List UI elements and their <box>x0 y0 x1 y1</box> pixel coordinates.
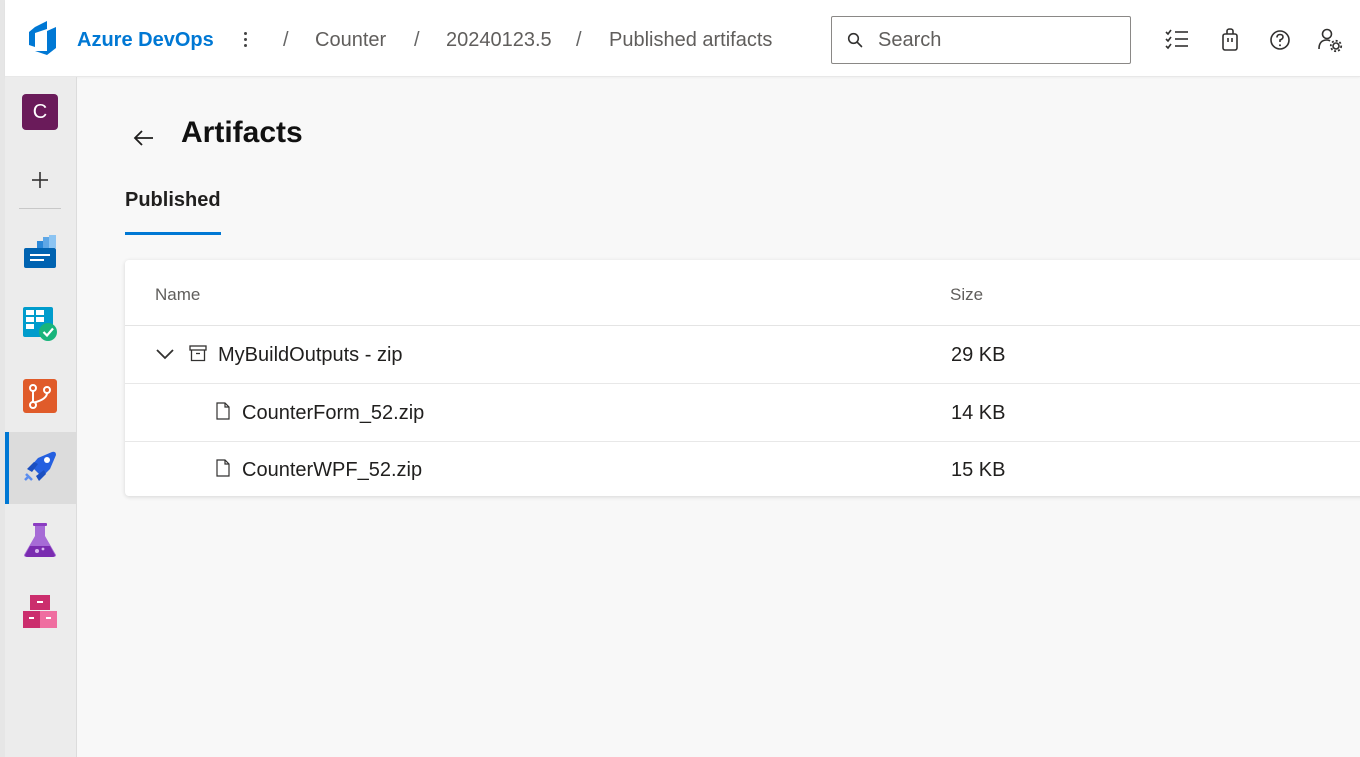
archive-icon <box>189 345 207 362</box>
back-arrow-icon[interactable] <box>130 124 158 152</box>
artifact-name: CounterWPF_52.zip <box>242 459 423 481</box>
page-title: Artifacts <box>181 116 303 149</box>
org-avatar[interactable]: C <box>22 94 58 130</box>
column-header-name[interactable]: Name <box>155 285 200 305</box>
chevron-down-icon[interactable] <box>155 346 175 362</box>
artifacts-icon <box>23 595 57 628</box>
more-vertical-icon[interactable] <box>237 26 253 54</box>
tab-published[interactable]: Published <box>125 189 221 235</box>
artifact-name: MyBuildOutputs - zip <box>218 344 403 366</box>
table-row[interactable]: CounterForm_52.zip 14 KB <box>125 384 1360 442</box>
boards-icon <box>23 307 57 341</box>
shopping-bag-icon[interactable] <box>1216 26 1244 54</box>
table-row[interactable]: CounterWPF_52.zip 15 KB <box>125 441 1360 498</box>
file-icon <box>216 459 230 477</box>
breadcrumb-separator: / <box>414 29 420 51</box>
search-input[interactable] <box>878 27 1118 53</box>
repos-icon <box>23 379 57 413</box>
breadcrumb-build[interactable]: 20240123.5 <box>446 29 552 52</box>
breadcrumb-current-page[interactable]: Published artifacts <box>609 29 772 52</box>
artifact-size: 29 KB <box>951 344 1006 366</box>
sidebar-item-artifacts[interactable] <box>5 576 76 648</box>
sidebar-item-test-plans[interactable] <box>5 504 76 576</box>
sidebar-item-pipelines[interactable] <box>5 432 76 504</box>
table-row[interactable]: MyBuildOutputs - zip 29 KB <box>125 326 1360 384</box>
search-box[interactable] <box>831 16 1131 64</box>
left-sidebar: C <box>5 77 77 757</box>
breadcrumb-project[interactable]: Counter <box>315 29 386 52</box>
pipelines-icon <box>24 451 56 481</box>
artifact-name: CounterForm_52.zip <box>242 402 425 424</box>
user-settings-icon[interactable] <box>1316 26 1344 54</box>
sidebar-item-boards[interactable] <box>5 288 76 360</box>
artifact-size: 15 KB <box>951 459 1006 481</box>
top-bar: Azure DevOps / Counter / 20240123.5 / Pu… <box>5 0 1360 77</box>
help-icon[interactable] <box>1266 26 1294 54</box>
sidebar-item-overview[interactable] <box>5 216 76 288</box>
file-icon <box>216 402 230 420</box>
breadcrumb-separator: / <box>283 29 289 51</box>
sidebar-divider <box>19 208 61 209</box>
sidebar-item-repos[interactable] <box>5 360 76 432</box>
test-plans-icon <box>24 523 56 557</box>
azure-devops-logo[interactable] <box>25 20 61 56</box>
plus-icon[interactable] <box>25 165 55 195</box>
brand-name[interactable]: Azure DevOps <box>77 29 214 52</box>
column-header-size[interactable]: Size <box>950 285 983 305</box>
breadcrumb-separator: / <box>576 29 582 51</box>
artifacts-table: Name Size MyBuildOutputs - zip 29 KB Cou… <box>125 260 1360 496</box>
search-icon <box>847 32 863 48</box>
table-header: Name Size <box>125 260 1360 326</box>
task-list-icon[interactable] <box>1163 26 1191 54</box>
overview-icon <box>24 235 56 268</box>
artifact-size: 14 KB <box>951 402 1006 424</box>
